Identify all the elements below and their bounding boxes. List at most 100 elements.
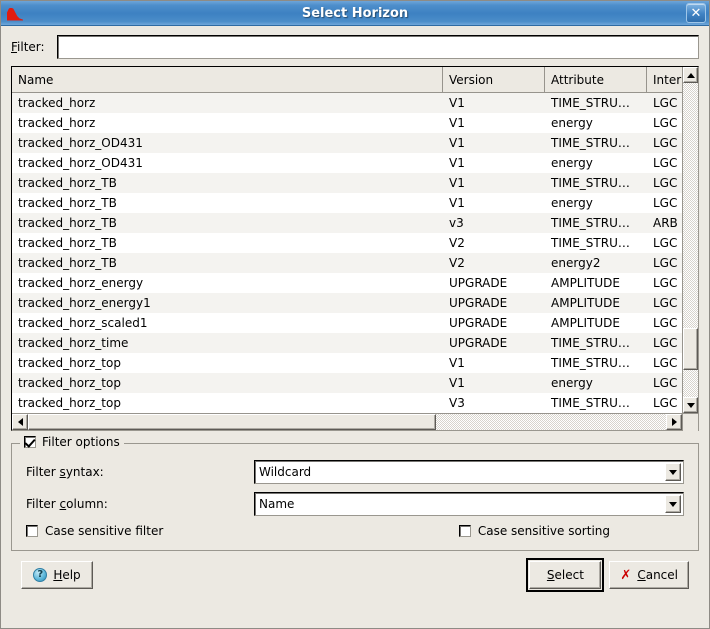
cell-name: tracked_horz_top (18, 356, 121, 370)
table-row[interactable]: tracked_horz_energy1 UPGRADE AMPLITUDE LGC (12, 293, 682, 313)
table-row[interactable]: tracked_horz_TB V2 energy2 LGC (12, 253, 682, 273)
cell-attribute: TIME_STRU… (551, 396, 630, 410)
cell-version: V1 (449, 376, 465, 390)
filter-options-group: Filter options Filter syntax: Wildcard F… (11, 435, 699, 551)
case-sensitive-filter-box[interactable] (26, 525, 38, 537)
chevron-down-icon[interactable] (665, 495, 681, 513)
filter-syntax-value: Wildcard (259, 465, 312, 479)
cell-attribute: TIME_STRU… (551, 236, 630, 250)
cell-name: tracked_horz_energy1 (18, 296, 151, 310)
filter-column-select[interactable]: Name (254, 492, 684, 516)
cell-interp: LGC (653, 236, 678, 250)
table-row[interactable]: tracked_horz V1 energy LGC (12, 113, 682, 133)
cell-version: UPGRADE (449, 296, 508, 310)
scroll-left-icon[interactable] (12, 414, 28, 430)
select-button[interactable]: Select (526, 558, 605, 592)
cell-name: tracked_horz_TB (18, 196, 117, 210)
column-header-interp[interactable]: Interp (647, 67, 682, 93)
filter-syntax-row: Filter syntax: Wildcard (26, 460, 684, 484)
cell-name: tracked_horz_OD431 (18, 156, 143, 170)
filter-options-toggle[interactable]: Filter options (20, 435, 124, 449)
cell-interp: LGC (653, 156, 678, 170)
table-row[interactable]: tracked_horz_TB V1 energy LGC (12, 193, 682, 213)
scrollbar-corner (682, 414, 698, 431)
cell-interp: LGC (653, 176, 678, 190)
cancel-rest: ancel (645, 568, 678, 582)
case-sensitive-sorting-label: Case sensitive sorting (477, 524, 610, 538)
case-sensitive-filter-checkbox[interactable]: Case sensitive filter (26, 524, 163, 538)
scroll-up-icon[interactable] (683, 67, 698, 83)
cell-interp: LGC (653, 296, 678, 310)
scroll-down-icon[interactable] (683, 397, 698, 413)
cell-name: tracked_horz_energy (18, 276, 144, 290)
vertical-scrollbar[interactable] (682, 67, 698, 413)
cell-version: v3 (449, 216, 464, 230)
filter-syntax-label-a: Filter (26, 465, 60, 479)
cancel-mnemonic: C (637, 568, 646, 582)
table-row[interactable]: tracked_horz_TB V2 TIME_STRU… LGC (12, 233, 682, 253)
table-row[interactable]: tracked_horz V1 TIME_STRU… LGC (12, 93, 682, 113)
cell-attribute: TIME_STRU… (551, 176, 630, 190)
cell-interp: LGC (653, 116, 678, 130)
filter-options-checkbox[interactable] (24, 436, 36, 448)
cell-attribute: TIME_STRU… (551, 356, 630, 370)
table-row[interactable]: tracked_horz_top V1 TIME_STRU… LGC (12, 353, 682, 373)
horizontal-scroll-thumb[interactable] (28, 414, 437, 430)
filter-label: Filter: (11, 40, 57, 54)
table-row[interactable]: tracked_horz_time UPGRADE TIME_STRU… LGC (12, 333, 682, 353)
horizontal-scroll-track[interactable] (28, 414, 666, 430)
table-row[interactable]: tracked_horz_scaled1 UPGRADE AMPLITUDE LGC (12, 313, 682, 333)
cell-attribute: energy (551, 376, 593, 390)
help-mnemonic: H (53, 568, 63, 582)
column-header-name[interactable]: Name (12, 67, 443, 93)
cell-interp: LGC (653, 316, 678, 330)
scroll-right-icon[interactable] (666, 414, 682, 430)
cell-version: V1 (449, 156, 465, 170)
cell-attribute: AMPLITUDE (551, 316, 620, 330)
filter-input[interactable] (57, 35, 699, 59)
help-icon: ? (33, 568, 48, 582)
filter-row: Filter: (11, 34, 699, 60)
cell-attribute: energy (551, 116, 593, 130)
filter-options-label: Filter options (42, 435, 120, 449)
table-row[interactable]: tracked_horz_TB V1 TIME_STRU… LGC (12, 173, 682, 193)
cell-interp: LGC (653, 276, 678, 290)
cell-interp: LGC (653, 96, 678, 110)
cell-interp: LGC (653, 336, 678, 350)
cell-version: V3 (449, 396, 465, 410)
vertical-scroll-track[interactable] (683, 83, 698, 397)
filter-syntax-select[interactable]: Wildcard (254, 460, 684, 484)
select-horizon-dialog: Select Horizon ✕ Filter: Name Version At… (0, 0, 710, 629)
case-sensitivity-row: Case sensitive filter Case sensitive sor… (26, 524, 684, 538)
cell-name: tracked_horz_TB (18, 216, 117, 230)
vertical-scroll-thumb[interactable] (683, 328, 698, 370)
column-header-attribute[interactable]: Attribute (545, 67, 647, 93)
cell-interp: LGC (653, 356, 678, 370)
cancel-button[interactable]: ✗ Cancel (609, 561, 689, 589)
filter-syntax-label: Filter syntax: (26, 465, 254, 479)
horizontal-scrollbar[interactable] (12, 413, 698, 431)
cell-name: tracked_horz (18, 116, 96, 130)
table-row[interactable]: tracked_horz_top V3 TIME_STRU… LGC (12, 393, 682, 413)
cell-attribute: TIME_STRU… (551, 336, 630, 350)
select-mnemonic: S (546, 568, 555, 582)
column-header-version[interactable]: Version (443, 67, 545, 93)
filter-column-label-b: olumn: (66, 497, 108, 511)
table-row[interactable]: tracked_horz_OD431 V1 energy LGC (12, 153, 682, 173)
horizon-waveform-icon (5, 4, 27, 23)
close-icon[interactable]: ✕ (686, 3, 706, 23)
title-bar[interactable]: Select Horizon ✕ (1, 1, 709, 26)
table-row[interactable]: tracked_horz_energy UPGRADE AMPLITUDE LGC (12, 273, 682, 293)
chevron-down-icon[interactable] (665, 463, 681, 481)
table-row[interactable]: tracked_horz_OD431 V1 TIME_STRU… LGC (12, 133, 682, 153)
cell-version: V1 (449, 176, 465, 190)
table-row[interactable]: tracked_horz_TB v3 TIME_STRU… ARB (12, 213, 682, 233)
table-row[interactable]: tracked_horz_top V1 energy LGC (12, 373, 682, 393)
cell-name: tracked_horz_TB (18, 256, 117, 270)
table-body: tracked_horz V1 TIME_STRU… LGC tracked_horz V… (12, 93, 682, 413)
case-sensitive-sorting-box[interactable] (458, 525, 471, 537)
case-sensitive-sorting-checkbox[interactable]: Case sensitive sorting (458, 524, 610, 538)
help-button[interactable]: ? Help (21, 561, 93, 589)
cell-version: UPGRADE (449, 336, 508, 350)
cell-version: V1 (449, 96, 465, 110)
